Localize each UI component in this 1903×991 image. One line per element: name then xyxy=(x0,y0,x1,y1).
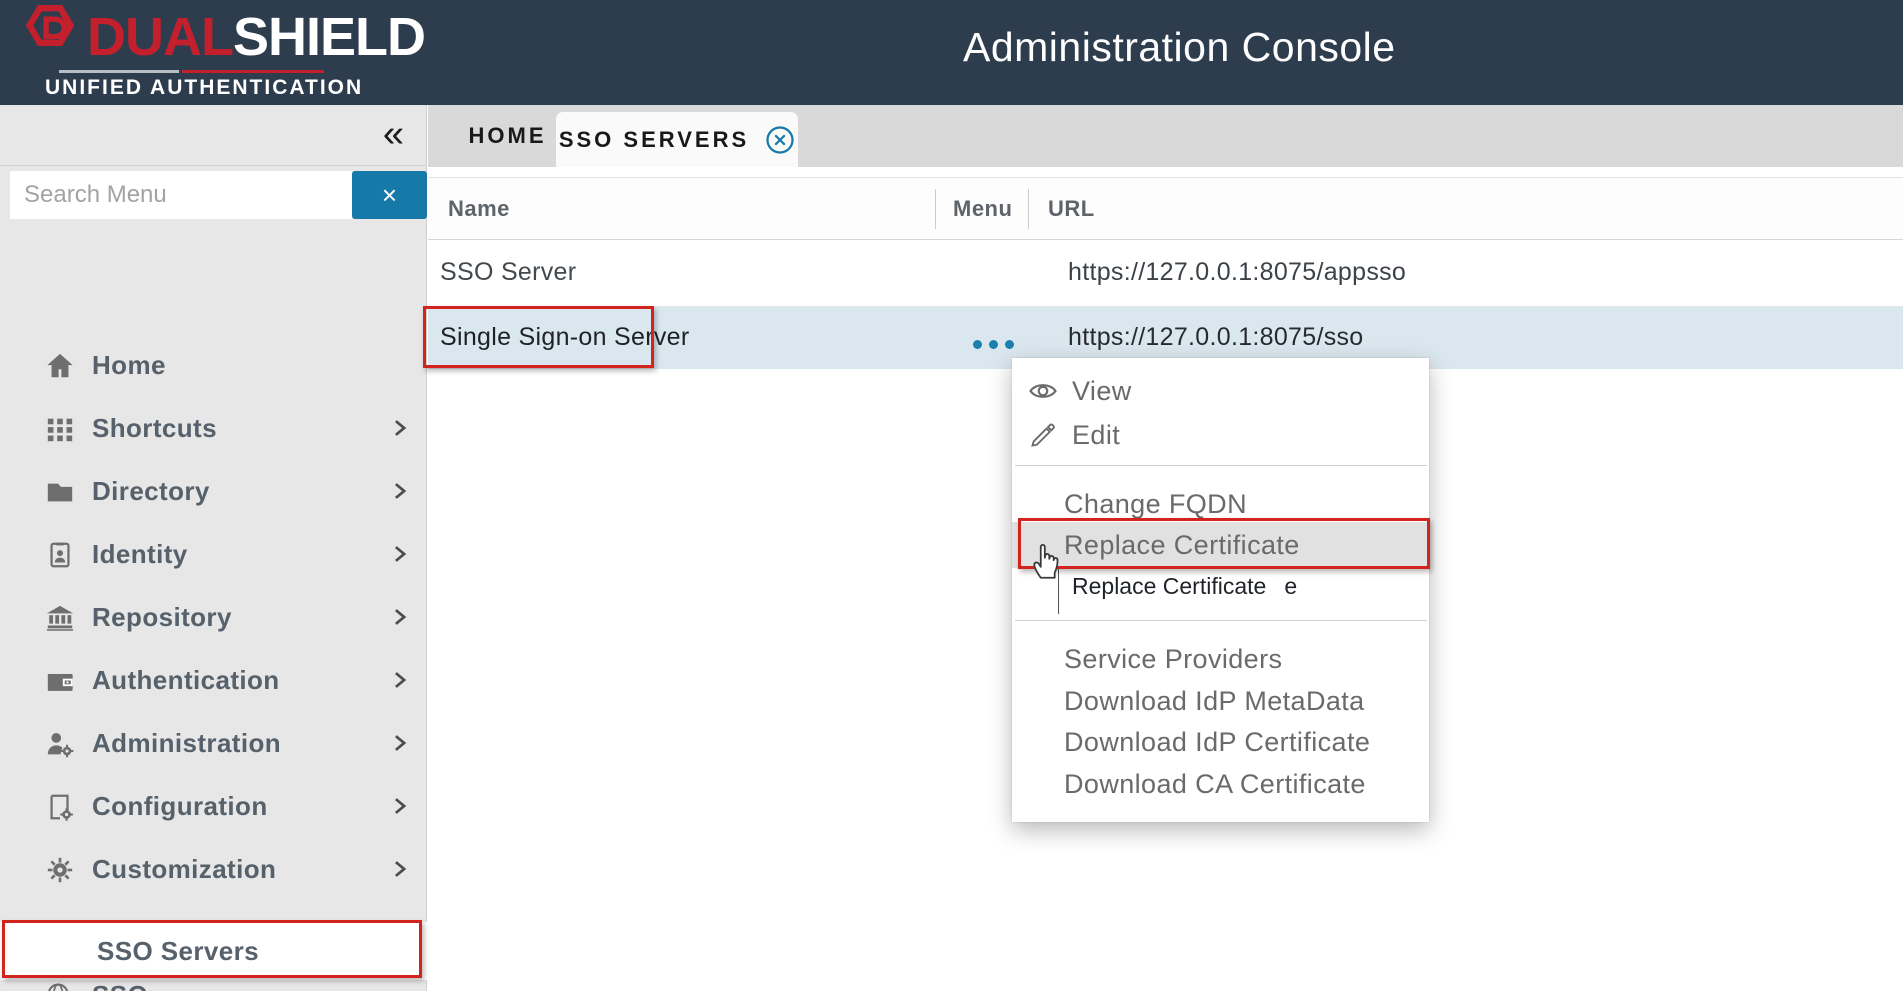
chevron-right-icon xyxy=(389,606,411,633)
sidebar-item-shortcuts[interactable]: Shortcuts xyxy=(0,397,427,460)
sidebar-item-label: Directory xyxy=(92,476,210,507)
menu-item-download-idp-metadata[interactable]: Download IdP MetaData xyxy=(1012,680,1429,722)
sidebar-item-repository[interactable]: Repository xyxy=(0,586,427,649)
sidebar-search-row: × xyxy=(0,171,427,219)
chevron-right-icon xyxy=(389,480,411,507)
administration-console-window: DUALSHIELD UNIFIED AUTHENTICATION Admini… xyxy=(0,0,1903,991)
row-name: SSO Server xyxy=(440,258,576,287)
menu-item-service-providers[interactable]: Service Providers xyxy=(1012,638,1429,680)
dualshield-logo[interactable]: DUALSHIELD UNIFIED AUTHENTICATION xyxy=(25,6,385,101)
bank-icon xyxy=(44,602,76,634)
menu-item-label: Replace Certificate xyxy=(1064,530,1300,561)
sidebar-collapse-button[interactable]: « xyxy=(383,113,404,155)
table-header: Name Menu URL xyxy=(428,177,1903,240)
sidebar-item-customization[interactable]: Customization xyxy=(0,838,427,901)
logo-divider xyxy=(59,70,385,73)
folder-icon xyxy=(44,476,76,508)
tooltip: Replace Certificate e xyxy=(1072,573,1297,600)
menu-item-edit[interactable]: Edit xyxy=(1012,414,1429,456)
chevron-right-icon xyxy=(389,732,411,759)
tab-bar: HOME SSO SERVERS xyxy=(428,105,1903,167)
sidebar-item-label: Repository xyxy=(92,602,232,633)
chevron-right-icon xyxy=(389,417,411,444)
sidebar-item-directory[interactable]: Directory xyxy=(0,460,427,523)
sidebar-item-label: Authentication xyxy=(92,665,280,696)
tooltip-extra: e xyxy=(1284,573,1297,600)
sidebar-item-home[interactable]: Home xyxy=(0,334,427,397)
menu-item-label: View xyxy=(1072,376,1132,407)
sidebar-item-configuration[interactable]: Configuration xyxy=(0,775,427,838)
home-icon xyxy=(44,350,76,382)
close-icon: × xyxy=(382,180,397,210)
sidebar-item-label: Identity xyxy=(92,539,188,570)
sidebar-item-label: Configuration xyxy=(92,791,268,822)
column-header-url[interactable]: URL xyxy=(1048,196,1095,222)
app-header: DUALSHIELD UNIFIED AUTHENTICATION Admini… xyxy=(0,0,1903,105)
logo-text-shield: SHIELD xyxy=(233,7,425,67)
sidebar-subitem-label: SSO Servers xyxy=(97,936,259,967)
tooltip-text: Replace Certificate xyxy=(1072,573,1266,600)
search-clear-button[interactable]: × xyxy=(352,171,427,219)
logo-text-dual: DUAL xyxy=(87,7,233,67)
wallet-icon xyxy=(44,665,76,697)
row-name: Single Sign-on Server xyxy=(440,323,690,352)
sidebar-item-label: Home xyxy=(92,350,166,381)
menu-item-replace-certificate[interactable]: Replace Certificate xyxy=(1012,522,1429,568)
menu-divider xyxy=(1015,465,1427,466)
menu-item-label: Edit xyxy=(1072,420,1120,451)
menu-item-label: Download CA Certificate xyxy=(1064,769,1366,800)
table-row[interactable]: SSO Server https://127.0.0.1:8075/appsso xyxy=(428,240,1903,307)
sidebar-item-administration[interactable]: Administration xyxy=(0,712,427,775)
row-menu-button[interactable] xyxy=(973,340,1014,349)
hand-cursor-icon xyxy=(1028,538,1064,580)
id-card-icon xyxy=(44,539,76,571)
menu-item-label: Download IdP MetaData xyxy=(1064,686,1365,717)
sidebar: « × Home Shortcuts Directory xyxy=(0,105,427,991)
logo-row: DUALSHIELD xyxy=(25,6,385,68)
column-separator xyxy=(1028,189,1029,229)
column-separator xyxy=(935,189,936,229)
menu-item-label: Change FQDN xyxy=(1064,489,1247,520)
tab-label: SSO SERVERS xyxy=(559,127,749,153)
globe-gear-icon xyxy=(44,980,76,991)
chevron-right-icon xyxy=(389,543,411,570)
shield-logo-icon xyxy=(25,5,83,70)
sidebar-item-identity[interactable]: Identity xyxy=(0,523,427,586)
menu-item-view[interactable]: View xyxy=(1012,370,1429,412)
sidebar-item-authentication[interactable]: Authentication xyxy=(0,649,427,712)
menu-item-change-fqdn[interactable]: Change FQDN xyxy=(1012,483,1429,525)
user-gear-icon xyxy=(44,728,76,760)
logo-tagline: UNIFIED AUTHENTICATION xyxy=(45,76,385,100)
menu-item-label: Download IdP Certificate xyxy=(1064,727,1370,758)
chevron-right-icon xyxy=(389,795,411,822)
sidebar-item-label: Shortcuts xyxy=(92,413,217,444)
chevron-right-icon xyxy=(389,669,411,696)
sidebar-item-sso-servers[interactable]: SSO Servers xyxy=(0,922,427,980)
column-header-name[interactable]: Name xyxy=(448,196,510,222)
tab-home[interactable]: HOME xyxy=(440,105,575,167)
sidebar-item-label: Administration xyxy=(92,728,281,759)
gear-icon xyxy=(44,854,76,886)
row-url: https://127.0.0.1:8075/appsso xyxy=(1068,258,1406,287)
tab-label: HOME xyxy=(469,123,547,149)
eye-icon xyxy=(1028,376,1058,406)
tab-sso-servers[interactable]: SSO SERVERS xyxy=(556,112,798,167)
pencil-icon xyxy=(1028,420,1058,450)
page-title: Administration Console xyxy=(963,24,1396,71)
menu-item-label: Service Providers xyxy=(1064,644,1282,675)
sidebar-item-label: SSO xyxy=(92,980,148,991)
menu-item-download-ca-certificate[interactable]: Download CA Certificate xyxy=(1012,763,1429,805)
column-header-menu[interactable]: Menu xyxy=(953,196,1012,222)
menu-item-download-idp-certificate[interactable]: Download IdP Certificate xyxy=(1012,721,1429,763)
grid-icon xyxy=(44,413,76,445)
sidebar-separator xyxy=(0,165,427,166)
menu-divider xyxy=(1015,620,1427,621)
sidebar-item-label: Customization xyxy=(92,854,276,885)
file-gear-icon xyxy=(44,791,76,823)
context-menu: View Edit Change FQDN Replace Certificat… xyxy=(1012,358,1429,822)
search-input[interactable] xyxy=(10,171,352,219)
chevron-right-icon xyxy=(389,858,411,885)
tab-close-icon[interactable] xyxy=(765,125,795,155)
row-url: https://127.0.0.1:8075/sso xyxy=(1068,323,1364,352)
